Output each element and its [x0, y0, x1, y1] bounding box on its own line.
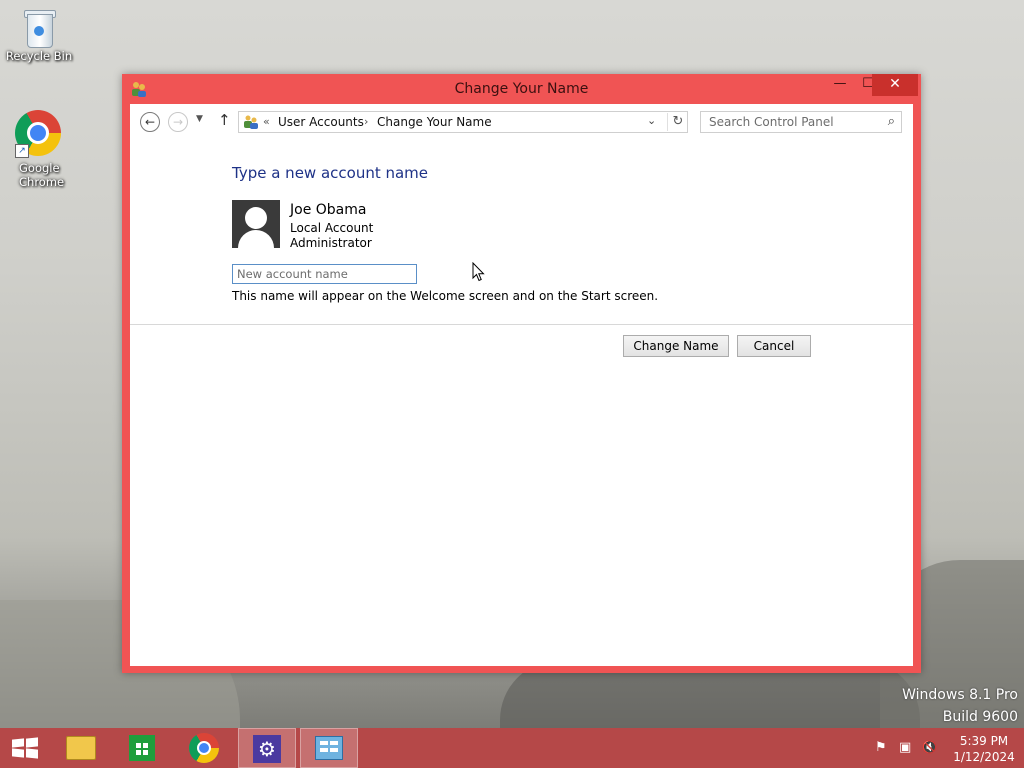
- breadcrumb-separator[interactable]: ›: [364, 115, 368, 128]
- store-icon: [129, 735, 155, 761]
- page-heading: Type a new account name: [232, 164, 429, 182]
- breadcrumb-user-accounts[interactable]: User Accounts: [278, 115, 364, 129]
- recent-locations-button[interactable]: ▼: [196, 114, 203, 124]
- network-icon[interactable]: ▣: [899, 740, 911, 755]
- breadcrumb-overflow[interactable]: «: [263, 115, 270, 128]
- shortcut-arrow-icon: ↗: [15, 144, 29, 158]
- up-button[interactable]: ↑: [218, 111, 231, 129]
- desktop-icon-label: Recycle Bin: [5, 49, 73, 63]
- clock-time: 5:39 PM: [959, 734, 1009, 748]
- account-type: Local Account: [290, 221, 374, 235]
- minimize-button[interactable]: —: [826, 74, 854, 96]
- folder-icon: [66, 736, 96, 760]
- close-button[interactable]: ✕: [872, 74, 918, 96]
- volume-muted-icon[interactable]: 🔇: [922, 740, 937, 754]
- address-bar[interactable]: « User Accounts › Change Your Name ⌄ ↻: [238, 111, 688, 133]
- windows-logo-icon: [12, 737, 38, 759]
- mouse-cursor-icon: [472, 262, 485, 282]
- user-name: Joe Obama: [290, 202, 367, 218]
- recycle-bin-icon: [24, 8, 56, 48]
- cancel-button[interactable]: Cancel: [737, 335, 811, 357]
- taskbar-file-explorer[interactable]: [52, 728, 108, 768]
- navigation-bar: ← → ▼ ↑ « User Accounts › Change Your Na…: [130, 104, 913, 140]
- os-edition: Windows 8.1 Pro: [902, 687, 1018, 703]
- clock[interactable]: 5:39 PM 1/12/2024: [946, 733, 1022, 765]
- change-your-name-window: Change Your Name — ☐ ✕ ← → ▼ ↑ « User Ac…: [122, 74, 921, 673]
- taskbar-store[interactable]: [114, 728, 170, 768]
- change-name-button[interactable]: Change Name: [623, 335, 729, 357]
- taskbar: ⚙ ⚑ ▣ 🔇 5:39 PM 1/12/2024: [0, 728, 1024, 768]
- divider: [130, 324, 913, 325]
- taskbar-settings[interactable]: ⚙: [238, 728, 296, 768]
- taskbar-chrome[interactable]: [176, 728, 232, 768]
- os-watermark: Windows 8.1 Pro Build 9600: [902, 684, 1018, 728]
- search-box[interactable]: Search Control Panel ⌕: [700, 111, 902, 133]
- taskbar-control-panel[interactable]: [300, 728, 358, 768]
- address-dropdown-button[interactable]: ⌄: [647, 114, 656, 127]
- search-icon[interactable]: ⌕: [888, 114, 895, 129]
- name-hint-text: This name will appear on the Welcome scr…: [232, 289, 659, 303]
- action-center-flag-icon[interactable]: ⚑: [875, 740, 887, 755]
- desktop-icon-recycle-bin[interactable]: Recycle Bin: [1, 8, 77, 63]
- gear-icon: ⚙: [253, 735, 281, 763]
- os-build: Build 9600: [942, 709, 1018, 725]
- user-accounts-icon: [244, 115, 258, 129]
- new-account-name-input[interactable]: [232, 264, 417, 284]
- chrome-icon: [189, 733, 219, 763]
- control-panel-icon: [315, 736, 343, 760]
- refresh-button[interactable]: ↻: [667, 113, 688, 131]
- start-button[interactable]: [0, 728, 50, 768]
- breadcrumb-change-your-name[interactable]: Change Your Name: [377, 115, 492, 129]
- back-button[interactable]: ←: [140, 112, 160, 132]
- system-tray: ⚑ ▣ 🔇 5:39 PM 1/12/2024: [870, 728, 1024, 768]
- forward-button[interactable]: →: [168, 112, 188, 132]
- user-avatar-icon: [232, 200, 280, 248]
- window-client-area: ← → ▼ ↑ « User Accounts › Change Your Na…: [130, 104, 913, 666]
- desktop-icon-google-chrome[interactable]: ↗ Google Chrome: [1, 110, 77, 189]
- desktop-icon-label: Google Chrome: [19, 161, 65, 189]
- account-role: Administrator: [290, 236, 372, 250]
- clock-date: 1/12/2024: [953, 750, 1015, 764]
- window-title: Change Your Name: [454, 81, 589, 97]
- search-input[interactable]: Search Control Panel: [709, 115, 834, 129]
